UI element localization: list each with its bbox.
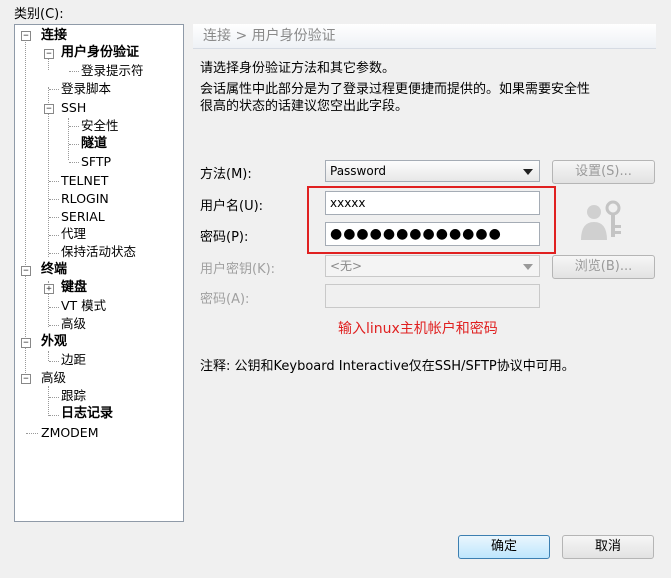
note-text: 注释: 公钥和Keyboard Interactive仅在SSH/SFTP协议中… — [200, 359, 575, 374]
tree-connector — [49, 217, 59, 218]
collapse-icon[interactable]: − — [21, 338, 31, 348]
user-key-label: 用户密钥(K): — [200, 262, 276, 277]
collapse-icon[interactable]: − — [21, 266, 31, 276]
passphrase-label: 密码(A): — [200, 292, 250, 307]
tree-connector — [49, 307, 59, 308]
dropdown-arrow-icon — [523, 264, 533, 270]
breadcrumb: 连接 > 用户身份验证 — [193, 24, 656, 49]
collapse-icon[interactable]: − — [21, 374, 31, 384]
tree-connector — [48, 386, 49, 416]
tree-item-terminal[interactable]: 终端 — [41, 262, 67, 278]
tree-item-auth[interactable]: 用户身份验证 — [61, 45, 139, 61]
tree-connector — [68, 118, 69, 160]
category-tree[interactable]: − 连接 − 用户身份验证 登录提示符 登录脚本 − SSH 安全性 隧道 SF… — [14, 24, 184, 522]
tree-connector — [49, 181, 59, 182]
tree-item-keyboard[interactable]: 键盘 — [61, 280, 87, 296]
description-line-1: 请选择身份验证方法和其它参数。 — [200, 61, 396, 76]
password-label: 密码(P): — [200, 230, 249, 245]
tree-connector — [48, 351, 49, 361]
user-key-select-value: <无> — [330, 259, 363, 273]
tree-connector — [69, 126, 79, 127]
tree-connector — [49, 199, 59, 200]
tree-item-rlogin[interactable]: RLOGIN — [61, 191, 109, 207]
tree-item-ssh[interactable]: SSH — [61, 100, 86, 116]
tree-connector — [49, 253, 59, 254]
settings-button[interactable]: 设置(S)... — [552, 160, 655, 184]
tree-connector — [49, 325, 59, 326]
cancel-button[interactable]: 取消 — [562, 535, 654, 559]
tree-connector — [49, 361, 59, 362]
collapse-icon[interactable]: − — [44, 49, 54, 59]
tree-item-advanced2[interactable]: 高级 — [41, 370, 66, 386]
tree-item-vt-mode[interactable]: VT 模式 — [61, 298, 106, 314]
tree-item-logging[interactable]: 日志记录 — [61, 406, 113, 422]
tree-item-login-script[interactable]: 登录脚本 — [61, 81, 111, 97]
tree-item-serial[interactable]: SERIAL — [61, 209, 105, 225]
collapse-icon[interactable]: − — [44, 104, 54, 114]
tree-item-zmodem[interactable]: ZMODEM — [41, 425, 99, 441]
tree-item-telnet[interactable]: TELNET — [61, 173, 108, 189]
tree-connector — [69, 71, 79, 72]
user-key-select[interactable]: <无> — [325, 255, 540, 277]
method-label: 方法(M): — [200, 167, 252, 182]
expand-icon[interactable]: + — [44, 284, 54, 294]
tree-item-sftp[interactable]: SFTP — [81, 154, 111, 170]
tree-item-security[interactable]: 安全性 — [81, 118, 119, 134]
method-select-value: Password — [330, 164, 387, 178]
user-key-icon — [581, 200, 621, 240]
tree-connector — [49, 235, 59, 236]
tree-item-appearance[interactable]: 外观 — [41, 334, 67, 350]
collapse-icon[interactable]: − — [21, 31, 31, 41]
tree-item-connection[interactable]: 连接 — [41, 28, 67, 44]
annotation-text: 输入linux主机帐户和密码 — [338, 321, 498, 337]
tree-item-proxy[interactable]: 代理 — [61, 226, 86, 242]
tree-connector — [49, 415, 59, 416]
tree-item-keepalive[interactable]: 保持活动状态 — [61, 244, 136, 260]
tree-item-tunnel[interactable]: 隧道 — [81, 136, 107, 152]
tree-connector — [25, 39, 26, 375]
method-select[interactable]: Password — [325, 160, 540, 182]
ok-button[interactable]: 确定 — [458, 535, 550, 559]
username-label: 用户名(U): — [200, 199, 264, 214]
tree-connector — [69, 144, 79, 145]
tree-item-login-prompts[interactable]: 登录提示符 — [81, 63, 144, 79]
tree-item-margin[interactable]: 边距 — [61, 352, 86, 368]
description-line-3: 很高的状态的话建议您空出此字段。 — [200, 99, 409, 114]
passphrase-input[interactable] — [325, 284, 540, 308]
dropdown-arrow-icon — [523, 169, 533, 175]
tree-connector — [49, 397, 59, 398]
tree-connector — [69, 162, 79, 163]
highlight-box — [307, 186, 556, 254]
browse-button[interactable]: 浏览(B)... — [552, 255, 655, 279]
tree-connector — [49, 89, 59, 90]
tree-item-trace[interactable]: 跟踪 — [61, 388, 86, 404]
tree-item-advanced[interactable]: 高级 — [61, 316, 86, 332]
category-label: 类别(C): — [14, 7, 64, 22]
tree-connector — [26, 433, 38, 434]
